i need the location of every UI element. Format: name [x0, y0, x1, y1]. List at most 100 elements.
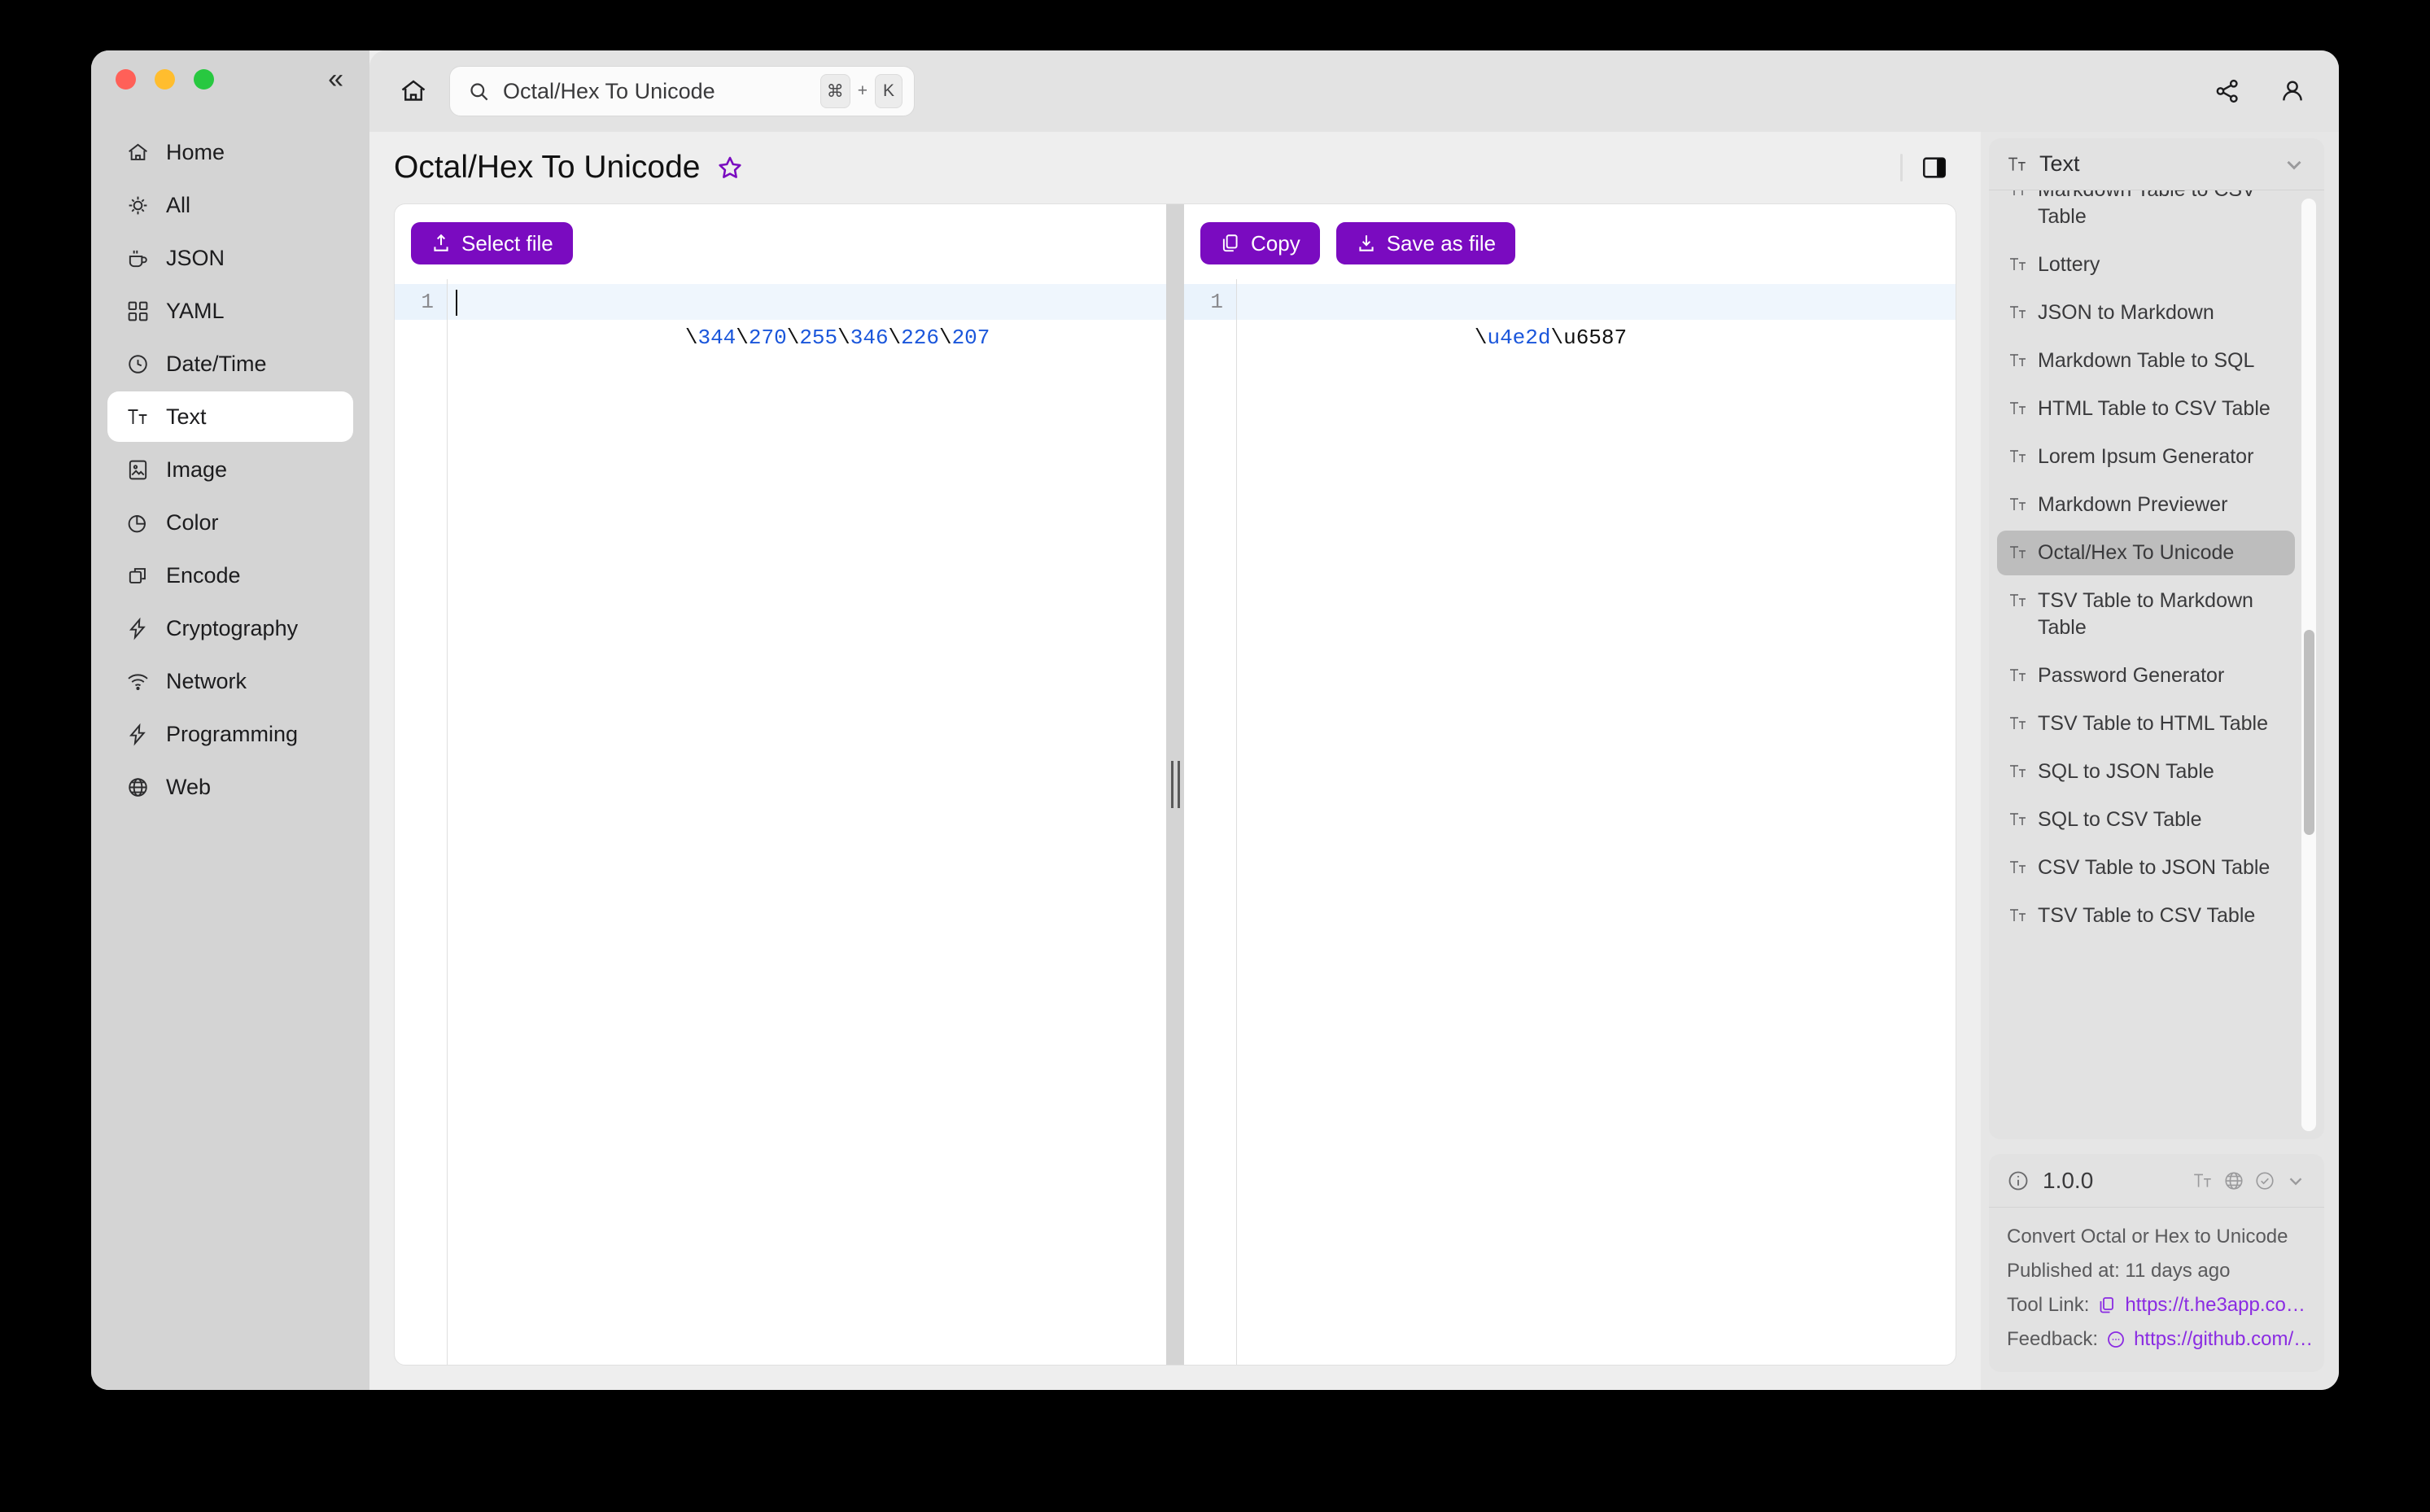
code-token: u4e2d: [1487, 326, 1551, 350]
tool-list-item[interactable]: JSON to Markdown: [1997, 291, 2295, 335]
globe-icon: [125, 775, 150, 799]
comment-icon[interactable]: [2106, 1330, 2126, 1349]
tool-list-item[interactable]: Lottery: [1997, 243, 2295, 287]
copy-icon[interactable]: [2097, 1296, 2117, 1315]
tool-list-item[interactable]: Octal/Hex To Unicode: [1997, 531, 2295, 575]
sidebar-item-label: Web: [166, 774, 212, 799]
sidebar-item-network[interactable]: Network: [107, 656, 353, 706]
tool-category-header[interactable]: Text: [1989, 138, 2324, 190]
tool-info-body: Convert Octal or Hex to Unicode Publishe…: [1989, 1208, 2324, 1351]
output-code-line[interactable]: \u4e2d\u6587: [1237, 284, 1956, 350]
tool-list-item-label: Markdown Table to CSV Table: [2038, 190, 2256, 228]
text-icon: [2008, 662, 2028, 685]
tool-link-label: Tool Link:: [2007, 1294, 2090, 1316]
tool-list-item[interactable]: SQL to JSON Table: [1997, 749, 2295, 794]
tool-workspace: Octal/Hex To Unicode Select file 1 \344\…: [369, 132, 1981, 1390]
tool-list-item[interactable]: CSV Table to JSON Table: [1997, 846, 2295, 890]
input-pane: Select file 1 \344\270\255\346\226\207: [395, 204, 1166, 1365]
tool-info-header: 1.0.0: [1989, 1154, 2324, 1208]
wifi-icon: [125, 669, 150, 693]
tool-list-item[interactable]: TSV Table to HTML Table: [1997, 701, 2295, 746]
copy-button[interactable]: Copy: [1200, 222, 1320, 264]
traffic-lights: [116, 68, 214, 90]
text-icon: [2008, 806, 2028, 829]
sidebar-item-color[interactable]: Color: [107, 497, 353, 548]
tool-list-item[interactable]: Lorem Ipsum Generator: [1997, 435, 2295, 479]
tool-list-item-label: TSV Table to HTML Table: [2038, 712, 2269, 735]
star-icon[interactable]: [716, 154, 744, 181]
tool-list-item[interactable]: Password Generator: [1997, 653, 2295, 698]
tool-link-url[interactable]: https://t.he3app.co…: [2125, 1294, 2305, 1317]
home-icon: [125, 140, 150, 164]
user-icon[interactable]: [2279, 77, 2306, 105]
code-token: 270: [748, 326, 787, 350]
input-toolbar: Select file: [395, 204, 1166, 279]
sidebar-item-label: All: [166, 192, 191, 217]
collapse-sidebar-icon[interactable]: «: [328, 65, 345, 93]
tool-list-item[interactable]: HTML Table to CSV Table: [1997, 387, 2295, 431]
sidebar-item-home[interactable]: Home: [107, 127, 353, 177]
input-code-tokens: \344\270\255\346\226\207: [685, 326, 990, 350]
sidebar-item-encode[interactable]: Encode: [107, 550, 353, 601]
text-icon[interactable]: [2192, 1170, 2214, 1191]
tool-list-item[interactable]: SQL to CSV Table: [1997, 798, 2295, 842]
line-number: 1: [1184, 284, 1236, 320]
scrollbar-thumb[interactable]: [2304, 630, 2314, 835]
text-icon: [2007, 154, 2028, 175]
text-icon: [2008, 758, 2028, 781]
sidebar-item-cryptography[interactable]: Cryptography: [107, 603, 353, 653]
tool-list-item[interactable]: TSV Table to CSV Table: [1997, 894, 2295, 938]
output-toolbar: Copy Save as file: [1184, 204, 1956, 279]
sidebar-item-all[interactable]: All: [107, 180, 353, 230]
sidebar-item-programming[interactable]: Programming: [107, 709, 353, 759]
input-code-area[interactable]: \344\270\255\346\226\207: [448, 279, 1166, 1365]
sidebar-item-image[interactable]: Image: [107, 444, 353, 495]
divider: [1900, 154, 1903, 181]
tool-list-scrollbar[interactable]: [2301, 199, 2316, 1131]
output-pane: Copy Save as file 1 \u4e2d\u6587: [1184, 204, 1956, 1365]
tool-list-card: Text Markdown Table to CSV Table Lottery J…: [1989, 138, 2324, 1139]
tool-list[interactable]: Markdown Table to CSV Table Lottery JSON t…: [1989, 190, 2324, 1139]
all-icon: [125, 193, 150, 217]
search-input[interactable]: Octal/Hex To Unicode ⌘ + K: [449, 66, 915, 116]
sidebar-item-yaml[interactable]: YAML: [107, 286, 353, 336]
pane-splitter[interactable]: [1166, 204, 1184, 1365]
save-as-file-button[interactable]: Save as file: [1335, 222, 1516, 264]
sidebar-item-datetime[interactable]: Date/Time: [107, 339, 353, 389]
code-token: \: [684, 326, 698, 350]
feedback-url[interactable]: https://github.com/…: [2134, 1328, 2313, 1351]
input-code-line[interactable]: \344\270\255\346\226\207: [448, 284, 1166, 350]
output-code-area[interactable]: \u4e2d\u6587: [1237, 279, 1956, 1365]
color-icon: [125, 510, 150, 535]
text-icon: [2008, 710, 2028, 733]
tool-list-item-label: Markdown Table to SQL: [2038, 349, 2255, 372]
sidebar-item-text[interactable]: Text: [107, 391, 353, 442]
sidebar-item-web[interactable]: Web: [107, 762, 353, 812]
tool-info-actions: [2192, 1170, 2306, 1191]
select-file-button[interactable]: Select file: [411, 222, 573, 264]
share-icon[interactable]: [2214, 77, 2241, 105]
output-editor[interactable]: 1 \u4e2d\u6587: [1184, 279, 1956, 1365]
panel-right-icon[interactable]: [1921, 154, 1948, 181]
tool-list-item[interactable]: TSV Table to Markdown Table: [1997, 579, 2295, 650]
close-button[interactable]: [116, 68, 136, 90]
chevron-down-icon[interactable]: [2285, 1170, 2306, 1191]
code-token: \: [786, 326, 800, 350]
globe-icon[interactable]: [2223, 1170, 2244, 1191]
maximize-button[interactable]: [194, 68, 214, 90]
feedback-label: Feedback:: [2007, 1328, 2099, 1350]
copy-icon: [1220, 233, 1241, 254]
chevron-down-icon[interactable]: [2282, 152, 2306, 177]
check-circle-icon[interactable]: [2254, 1170, 2275, 1191]
input-gutter: 1: [395, 279, 447, 1365]
copy-label: Copy: [1251, 230, 1300, 256]
home-icon[interactable]: [394, 72, 433, 111]
tool-list-item[interactable]: Markdown Table to CSV Table: [1997, 190, 2295, 239]
sidebar-item-json[interactable]: JSON: [107, 233, 353, 283]
code-token: \: [1474, 326, 1488, 350]
input-editor[interactable]: 1 \344\270\255\346\226\207: [395, 279, 1166, 1365]
minimize-button[interactable]: [155, 68, 175, 90]
tool-list-item-label: TSV Table to CSV Table: [2038, 904, 2256, 927]
tool-list-item[interactable]: Markdown Table to SQL: [1997, 339, 2295, 383]
tool-list-item[interactable]: Markdown Previewer: [1997, 483, 2295, 527]
